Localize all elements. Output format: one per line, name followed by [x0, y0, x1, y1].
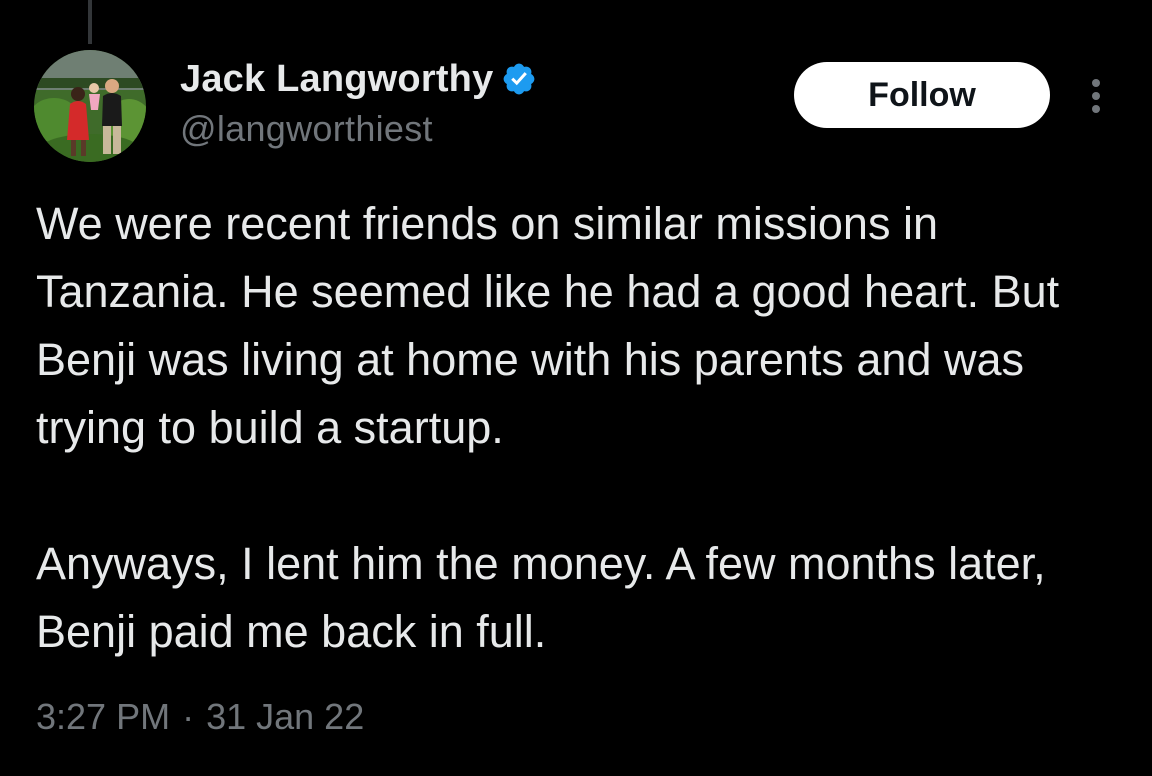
tweet-text: We were recent friends on similar missio…: [36, 190, 1126, 666]
tweet-paragraph-1: We were recent friends on similar missio…: [36, 198, 1060, 453]
tweet-date[interactable]: 31 Jan 22: [206, 696, 364, 738]
tweet-author: Jack Langworthy @langworthiest: [180, 56, 537, 150]
follow-button[interactable]: Follow: [794, 62, 1050, 128]
author-display-name[interactable]: Jack Langworthy: [180, 58, 493, 101]
author-handle[interactable]: @langworthiest: [180, 108, 537, 150]
meta-separator: ·: [182, 696, 195, 737]
tweet-paragraph-2: Anyways, I lent him the money. A few mon…: [36, 538, 1046, 657]
tweet-time[interactable]: 3:27 PM: [36, 696, 170, 738]
verified-badge-icon: [501, 61, 537, 97]
author-avatar[interactable]: [34, 50, 146, 162]
more-vertical-icon[interactable]: [1082, 74, 1110, 118]
avatar-image: [34, 50, 146, 162]
thread-connector-line: [88, 0, 92, 44]
tweet-timestamp[interactable]: 3:27 PM · 31 Jan 22: [36, 696, 364, 738]
author-name-row: Jack Langworthy: [180, 56, 537, 102]
